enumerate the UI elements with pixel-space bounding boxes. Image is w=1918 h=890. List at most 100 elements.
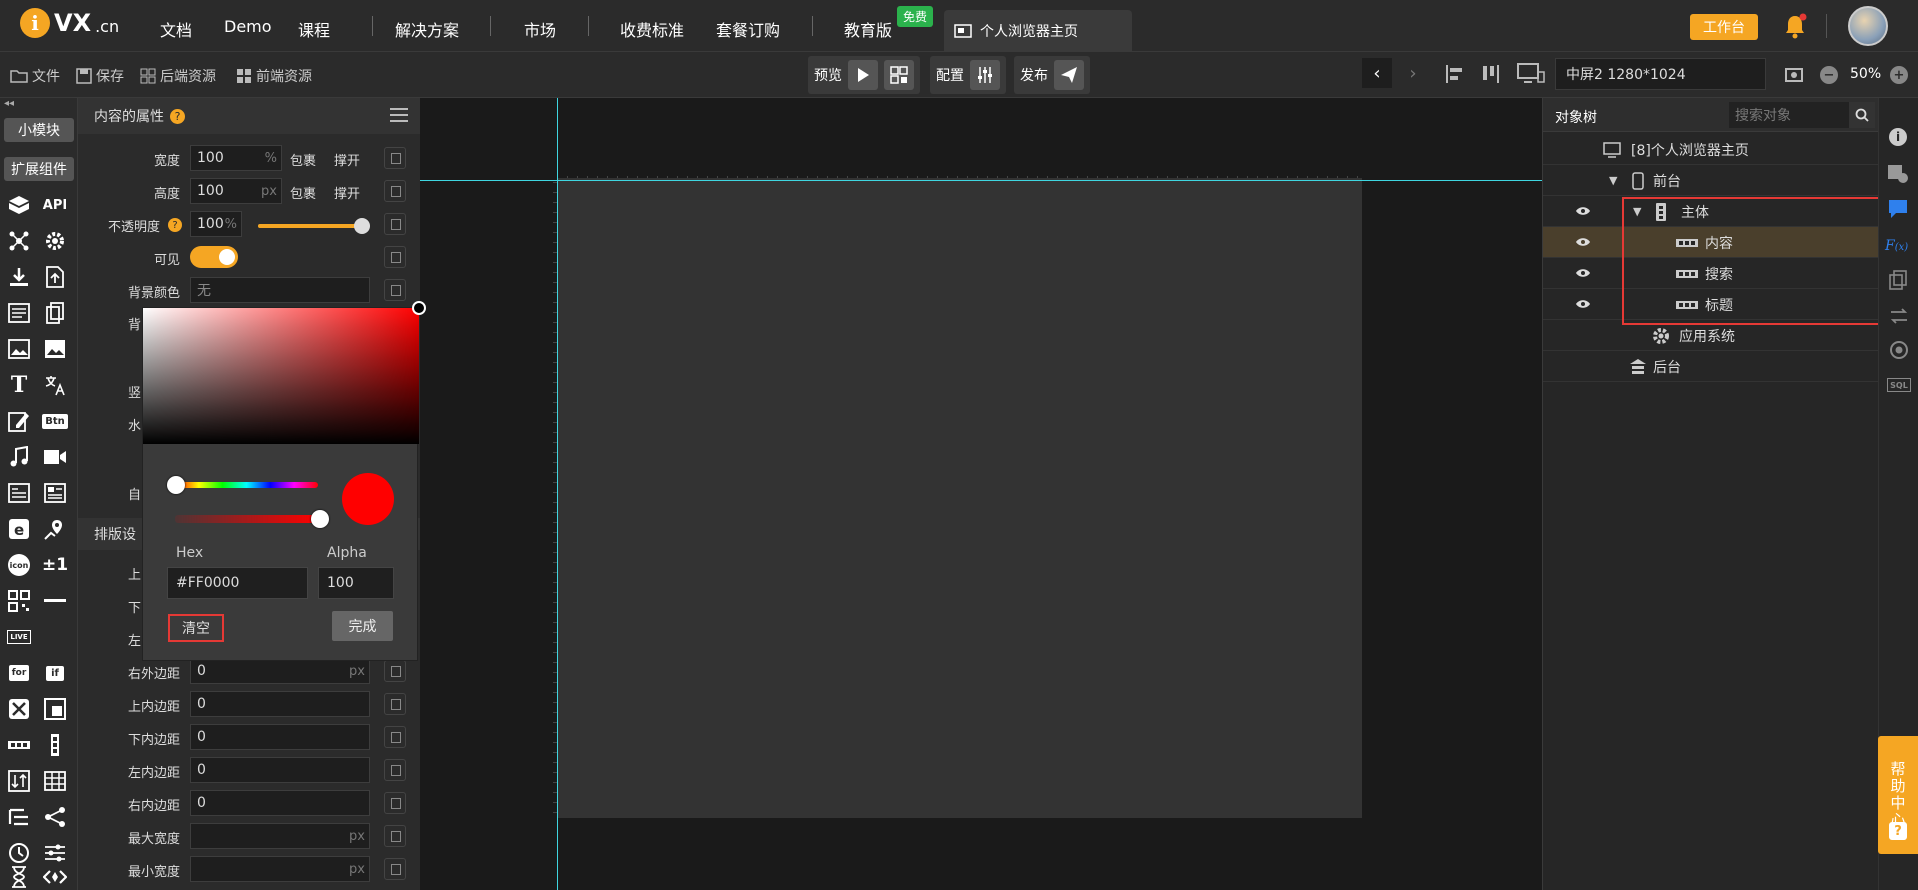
- user-avatar[interactable]: [1848, 6, 1888, 46]
- edit-icon[interactable]: [6, 408, 32, 434]
- nav-demo[interactable]: Demo: [224, 17, 272, 36]
- shuffle-icon[interactable]: [6, 696, 32, 722]
- alpha-input[interactable]: 100: [318, 567, 394, 599]
- stretch-toggle[interactable]: 撑开: [334, 183, 360, 202]
- record-icon[interactable]: [1889, 340, 1909, 360]
- extend-components-button[interactable]: 扩展组件: [4, 157, 74, 181]
- adjust-sliders-icon[interactable]: [42, 840, 68, 866]
- help-question-icon[interactable]: ?: [1889, 822, 1907, 840]
- counter-icon[interactable]: ±1: [42, 552, 68, 578]
- copy-icon[interactable]: [384, 858, 406, 880]
- copy-icon[interactable]: [384, 246, 406, 268]
- ivx-logo[interactable]: i VX .cn: [20, 8, 119, 38]
- clock-icon[interactable]: [6, 840, 32, 866]
- hex-input[interactable]: #FF0000: [167, 567, 308, 599]
- left-padding-input[interactable]: 0: [190, 757, 370, 783]
- file-menu[interactable]: 文件: [10, 66, 60, 86]
- button-component-icon[interactable]: Btn: [42, 408, 68, 434]
- nav-packages[interactable]: 套餐订购: [716, 17, 780, 41]
- swap-arrows-icon[interactable]: [1889, 308, 1909, 324]
- list-tree-icon[interactable]: [6, 804, 32, 830]
- table-icon[interactable]: [42, 768, 68, 794]
- form-icon[interactable]: [6, 300, 32, 326]
- menu-icon[interactable]: [390, 108, 408, 122]
- bell-icon[interactable]: [1782, 12, 1808, 40]
- live-stream-icon[interactable]: LIVE: [6, 624, 32, 650]
- help-question-icon[interactable]: ?: [168, 218, 182, 232]
- bottom-padding-input[interactable]: 0: [190, 724, 370, 750]
- tab-personal-browser-home[interactable]: 个人浏览器主页: [944, 10, 1132, 52]
- right-outer-margin-input[interactable]: 0 px: [190, 658, 370, 684]
- screen-size-select[interactable]: 中屏2 1280*1024: [1555, 58, 1766, 90]
- image-icon[interactable]: [6, 336, 32, 362]
- eye-icon[interactable]: [1571, 232, 1595, 252]
- box-3d-icon[interactable]: [6, 192, 32, 218]
- design-canvas[interactable]: [420, 98, 1542, 890]
- qrcode-icon[interactable]: [6, 588, 32, 614]
- copy-icon[interactable]: [384, 279, 406, 301]
- for-loop-icon[interactable]: for: [6, 660, 32, 686]
- copy-icon[interactable]: [384, 147, 406, 169]
- opacity-input[interactable]: 100%: [190, 211, 242, 237]
- next-page-button[interactable]: ›: [1398, 58, 1428, 88]
- artboard[interactable]: [557, 178, 1362, 818]
- device-monitor-icon[interactable]: [1516, 60, 1546, 88]
- zoom-in-icon[interactable]: +: [1890, 66, 1908, 84]
- nav-market[interactable]: 市场: [524, 17, 556, 41]
- save-button[interactable]: 保存: [76, 66, 124, 86]
- nav-education[interactable]: 教育版: [844, 17, 892, 41]
- visible-toggle[interactable]: [190, 246, 238, 268]
- translate-icon[interactable]: [42, 372, 68, 398]
- eye-icon[interactable]: [1571, 263, 1595, 283]
- publish-button[interactable]: [1054, 60, 1084, 90]
- copy-pages-icon[interactable]: [42, 300, 68, 326]
- fit-screen-icon[interactable]: [1782, 63, 1806, 87]
- copy-icon[interactable]: [384, 660, 406, 682]
- video-icon[interactable]: [42, 444, 68, 470]
- rich-text-icon[interactable]: [6, 480, 32, 506]
- height-input[interactable]: 100 px: [190, 178, 282, 204]
- tree-item-frontend[interactable]: ▼ 前台: [1543, 165, 1879, 196]
- workbench-button[interactable]: 工作台: [1690, 14, 1758, 40]
- vertical-container-icon[interactable]: [42, 732, 68, 758]
- backend-resources[interactable]: 后端资源: [140, 66, 216, 86]
- clear-button[interactable]: 清空: [168, 614, 224, 642]
- stretch-toggle[interactable]: 撑开: [334, 150, 360, 169]
- api-icon[interactable]: API: [42, 192, 68, 218]
- chat-bubble-icon[interactable]: [1887, 198, 1909, 220]
- help-question-icon[interactable]: ?: [170, 108, 185, 124]
- play-button[interactable]: [848, 60, 878, 90]
- width-input[interactable]: 100%: [190, 145, 282, 171]
- function-fx-icon[interactable]: F(x): [1885, 238, 1908, 254]
- layer-panel-icon[interactable]: [42, 696, 68, 722]
- eye-icon[interactable]: [1571, 201, 1595, 221]
- wrap-toggle[interactable]: 包裹: [290, 150, 316, 169]
- browser-e-icon[interactable]: e: [6, 516, 32, 542]
- hue-slider-thumb[interactable]: [167, 476, 185, 494]
- gallery-icon[interactable]: [42, 336, 68, 362]
- copy-icon[interactable]: [384, 693, 406, 715]
- code-brackets-icon[interactable]: [42, 864, 68, 890]
- hue-slider[interactable]: [175, 482, 318, 488]
- eye-icon[interactable]: [1571, 294, 1595, 314]
- frontend-resources[interactable]: 前端资源: [236, 66, 312, 86]
- prev-page-button[interactable]: ‹: [1362, 58, 1392, 88]
- horizontal-guide-line[interactable]: [420, 180, 1542, 181]
- download-icon[interactable]: [6, 264, 32, 290]
- vertical-guide-line[interactable]: [557, 98, 558, 890]
- sv-cursor[interactable]: [412, 301, 426, 315]
- settings-badge-icon[interactable]: [1887, 164, 1909, 184]
- info-icon[interactable]: i: [1889, 128, 1907, 146]
- nav-pricing[interactable]: 收费标准: [620, 17, 684, 41]
- zoom-out-icon[interactable]: −: [1820, 66, 1838, 84]
- sort-icon[interactable]: [6, 768, 32, 794]
- if-condition-icon[interactable]: if: [42, 660, 68, 686]
- divider-line-icon[interactable]: [42, 588, 68, 614]
- icon-component-icon[interactable]: icon: [6, 552, 32, 578]
- top-padding-input[interactable]: 0: [190, 691, 370, 717]
- copy-icon[interactable]: [384, 726, 406, 748]
- nav-courses[interactable]: 课程: [298, 17, 330, 41]
- map-pin-icon[interactable]: [42, 516, 68, 542]
- bgcolor-input[interactable]: 无: [190, 277, 370, 303]
- align-left-icon[interactable]: [1444, 62, 1468, 86]
